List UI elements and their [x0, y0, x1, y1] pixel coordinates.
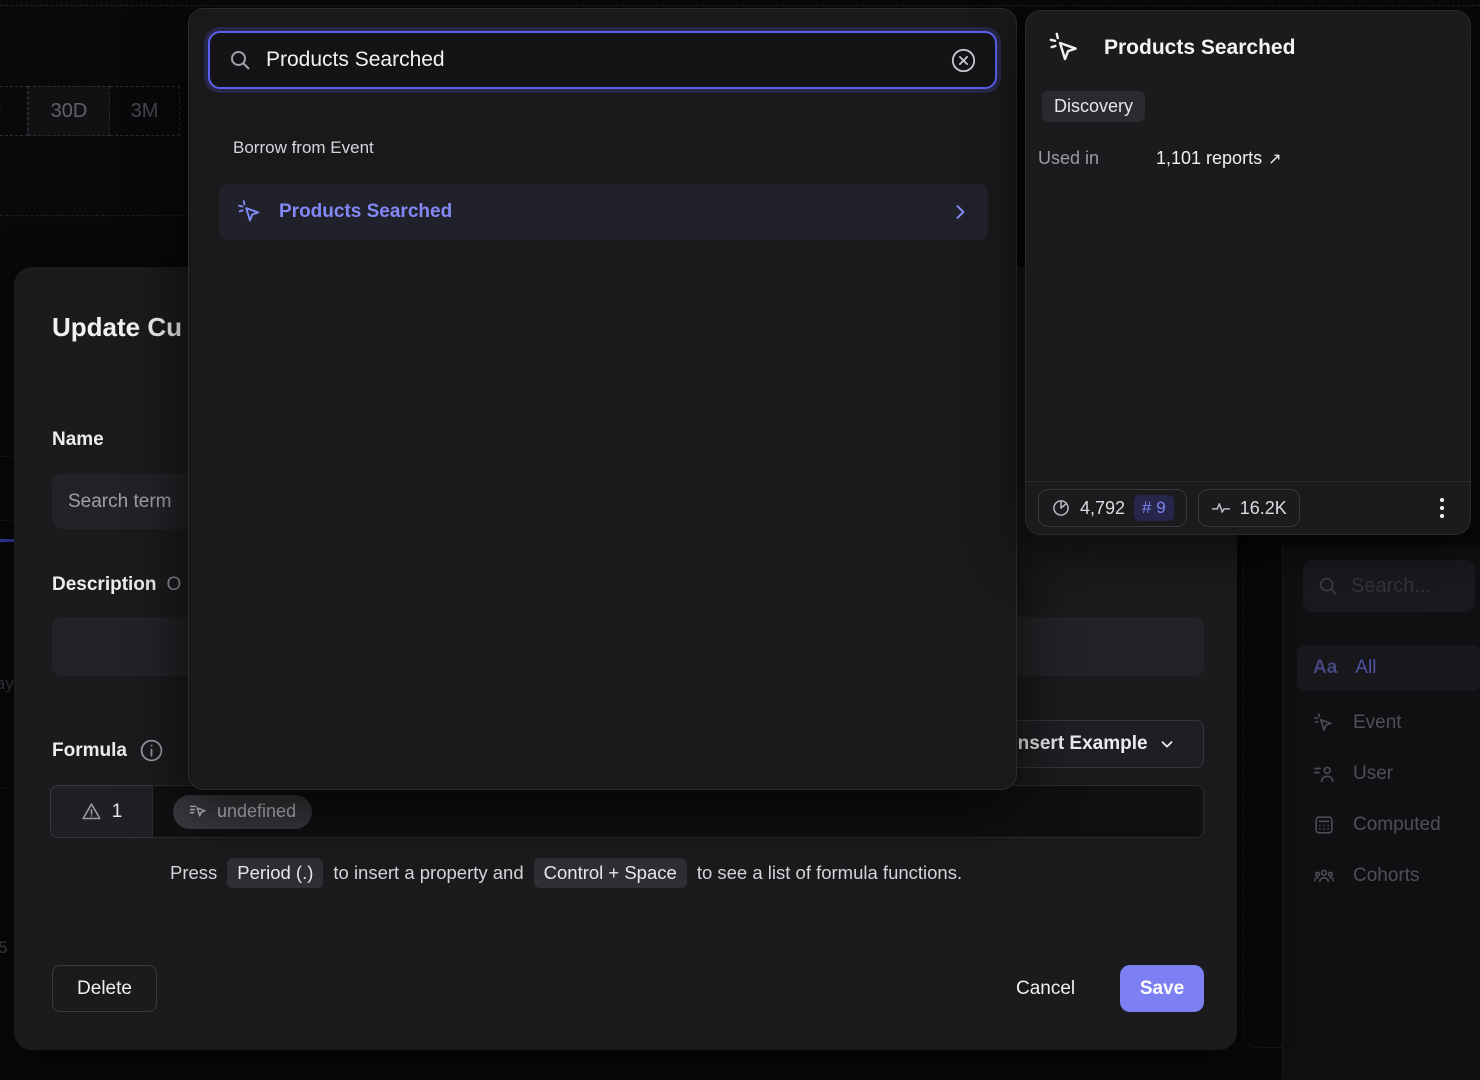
event-count-pill[interactable]: 4,792 # 9	[1038, 489, 1187, 527]
background-chart-fragment	[0, 539, 15, 542]
background-gridline	[0, 5, 1480, 6]
used-in-reports-link[interactable]: 1,101 reports	[1156, 148, 1262, 169]
property-search-dialog: Borrow from Event Products Searched	[188, 8, 1017, 790]
save-button[interactable]: Save	[1120, 965, 1204, 1012]
optional-hint: O	[167, 574, 182, 595]
sidebar-item-cohorts[interactable]: Cohorts	[1297, 853, 1480, 899]
time-range-button-3m[interactable]: 3M	[110, 86, 180, 136]
sidebar-item-label: All	[1355, 657, 1376, 679]
background-tick	[0, 520, 14, 521]
chevron-right-icon	[950, 202, 970, 222]
background-tick	[0, 788, 14, 789]
computed-icon	[1313, 814, 1335, 836]
panel-footer: 4,792 # 9 16.2K	[1026, 481, 1470, 534]
kbd-period: Period (.)	[227, 858, 323, 888]
event-info-panel: Products Searched Discovery Used in 1,10…	[1025, 10, 1471, 535]
sidebar-item-event[interactable]: Event	[1297, 700, 1480, 746]
insert-example-button[interactable]: Insert Example	[984, 720, 1204, 768]
kbd-control-space: Control + Space	[534, 858, 687, 888]
event-result-row[interactable]: Products Searched	[219, 184, 988, 240]
category-badge: Discovery	[1042, 91, 1145, 122]
sidebar-item-label: User	[1353, 763, 1393, 785]
used-in-row: Used in 1,101 reports ↗	[1038, 148, 1458, 169]
sidebar-search-box[interactable]	[1303, 560, 1475, 612]
used-in-label: Used in	[1038, 148, 1156, 169]
property-type-sidebar: Aa All Event User Computed	[1282, 545, 1480, 1080]
modal-title: Update Cu	[52, 312, 182, 343]
chip-label: undefined	[217, 801, 296, 822]
background-tick	[0, 456, 14, 457]
sidebar-item-label: Cohorts	[1353, 865, 1420, 887]
panel-header: Products Searched	[1048, 31, 1295, 65]
info-icon[interactable]	[139, 738, 164, 763]
sidebar-item-computed[interactable]: Computed	[1297, 802, 1480, 848]
time-range-button-partial[interactable]: D	[0, 86, 28, 136]
error-count: 1	[112, 801, 123, 823]
app-root: D 30D 3M lay 5 Aa All Event	[0, 0, 1480, 1080]
event-icon	[1048, 31, 1082, 65]
description-label: DescriptionO	[52, 574, 181, 596]
search-icon	[1317, 575, 1339, 597]
activity-icon	[1211, 498, 1231, 518]
formula-label: Formula	[52, 740, 127, 762]
sidebar-item-all[interactable]: Aa All	[1297, 645, 1480, 691]
background-panel-outline	[1243, 560, 1281, 1048]
dialog-search-input[interactable]	[266, 48, 936, 72]
sidebar-item-label: Computed	[1353, 814, 1441, 836]
time-range-button-30d[interactable]: 30D	[28, 86, 110, 136]
more-options-button[interactable]	[1434, 492, 1450, 524]
axis-label-fragment: lay	[0, 674, 14, 694]
axis-label-fragment: 5	[0, 938, 7, 958]
background-gridline	[0, 215, 190, 216]
volume-pill[interactable]: 16.2K	[1198, 489, 1300, 527]
chevron-down-icon	[1158, 735, 1176, 753]
event-rank-badge: # 9	[1134, 495, 1174, 521]
formula-error-counter: 1	[50, 785, 152, 838]
sidebar-item-label: Event	[1353, 712, 1402, 734]
clear-search-button[interactable]	[950, 47, 977, 74]
name-label: Name	[52, 429, 104, 451]
event-icon	[237, 199, 263, 225]
formula-hint: Press Period (.) to insert a property an…	[170, 858, 962, 888]
search-icon	[228, 48, 252, 72]
pie-chart-icon	[1051, 498, 1071, 518]
event-result-label: Products Searched	[279, 201, 934, 223]
warning-icon	[81, 801, 102, 822]
external-link-icon: ↗	[1268, 149, 1281, 169]
formula-label-row: Formula	[52, 738, 164, 763]
volume-count: 16.2K	[1240, 498, 1287, 519]
borrow-from-event-header: Borrow from Event	[233, 138, 374, 158]
formula-input[interactable]: undefined	[152, 785, 1204, 838]
panel-title: Products Searched	[1104, 36, 1295, 60]
event-property-icon	[189, 802, 208, 821]
sidebar-item-user[interactable]: User	[1297, 751, 1480, 797]
cancel-button[interactable]: Cancel	[1002, 965, 1089, 1012]
event-count: 4,792	[1080, 498, 1125, 519]
user-icon	[1313, 763, 1335, 785]
formula-property-chip[interactable]: undefined	[173, 795, 312, 829]
dialog-search-box[interactable]	[208, 31, 997, 89]
sidebar-search-input[interactable]	[1351, 575, 1461, 598]
event-icon	[1313, 712, 1335, 734]
text-format-icon: Aa	[1313, 657, 1337, 679]
cohorts-icon	[1313, 865, 1335, 887]
circle-x-icon	[950, 47, 977, 74]
delete-button[interactable]: Delete	[52, 965, 157, 1012]
